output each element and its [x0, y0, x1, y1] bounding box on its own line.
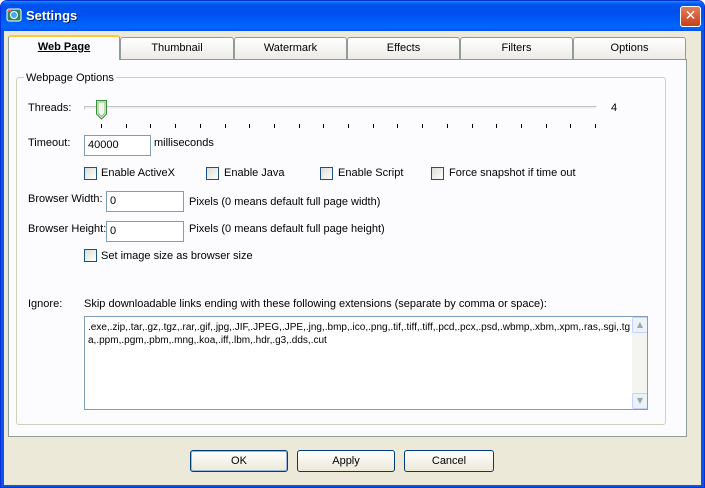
slider-tick [299, 124, 300, 128]
force-snapshot-label: Force snapshot if time out [449, 167, 576, 179]
threads-label: Threads: [28, 102, 72, 114]
browser-width-input[interactable]: 0 [106, 191, 184, 212]
slider-tick [546, 124, 547, 128]
tab-thumbnail[interactable]: Thumbnail [120, 37, 234, 59]
close-button[interactable]: ✕ [680, 6, 701, 27]
ok-button[interactable]: OK [190, 450, 288, 472]
browser-height-input[interactable]: 0 [106, 221, 184, 242]
threads-slider-thumb[interactable] [96, 100, 107, 120]
slider-tick [496, 124, 497, 128]
threads-value: 4 [611, 102, 618, 114]
threads-slider-track[interactable] [84, 106, 597, 110]
ignore-extensions-textarea[interactable]: .exe,.zip,.tar,.gz,.tgz,.rar,.gif,.jpg,.… [84, 316, 648, 410]
title-bar[interactable]: Settings ✕ [1, 1, 704, 31]
slider-tick [472, 124, 473, 128]
ignore-extensions-text: .exe,.zip,.tar,.gz,.tgz,.rar,.gif,.jpg,.… [88, 322, 631, 346]
slider-tick [225, 124, 226, 128]
group-label: Webpage Options [24, 72, 116, 84]
slider-tick [150, 124, 151, 128]
cancel-button[interactable]: Cancel [404, 450, 494, 472]
slider-tick [447, 124, 448, 128]
apply-button[interactable]: Apply [297, 450, 395, 472]
settings-dialog: Settings ✕ Web Page Thumbnail Watermark … [0, 0, 705, 488]
tab-watermark[interactable]: Watermark [234, 37, 347, 59]
scroll-down-icon[interactable]: ▼ [632, 393, 647, 409]
set-image-size-checkbox[interactable] [84, 249, 97, 262]
timeout-input[interactable]: 40000 [84, 135, 151, 156]
force-snapshot-checkbox[interactable] [431, 167, 444, 180]
slider-tick [348, 124, 349, 128]
slider-tick [249, 124, 250, 128]
slider-tick [323, 124, 324, 128]
browser-height-hint: Pixels (0 means default full page height… [189, 223, 385, 235]
window-border-right [701, 31, 704, 487]
threads-slider-ticks [101, 124, 596, 128]
slider-tick [200, 124, 201, 128]
vertical-scrollbar[interactable]: ▲ ▼ [632, 317, 647, 409]
slider-tick [126, 124, 127, 128]
window-border-left [1, 31, 4, 487]
tab-web-page[interactable]: Web Page [8, 35, 120, 60]
slider-tick [570, 124, 571, 128]
window-title: Settings [26, 8, 78, 23]
ignore-description: Skip downloadable links ending with thes… [84, 298, 547, 310]
enable-activex-checkbox[interactable] [84, 167, 97, 180]
enable-script-checkbox[interactable] [320, 167, 333, 180]
tab-filters[interactable]: Filters [460, 37, 573, 59]
slider-tick [521, 124, 522, 128]
browser-height-label: Browser Height: [28, 223, 107, 235]
enable-script-label: Enable Script [338, 167, 404, 179]
slider-tick [175, 124, 176, 128]
app-camera-icon [6, 8, 22, 22]
slider-tick [274, 124, 275, 128]
set-image-size-label: Set image size as browser size [101, 250, 253, 262]
tab-strip: Web Page Thumbnail Watermark Effects Fil… [8, 35, 688, 60]
tab-options[interactable]: Options [573, 37, 686, 59]
timeout-label: Timeout: [28, 137, 71, 149]
browser-width-hint: Pixels (0 means default full page width) [189, 196, 381, 208]
ignore-label: Ignore: [28, 298, 63, 310]
browser-width-label: Browser Width: [28, 193, 103, 205]
slider-tick [101, 124, 102, 128]
timeout-unit: milliseconds [154, 137, 214, 149]
slider-tick [595, 124, 596, 128]
scroll-up-icon[interactable]: ▲ [632, 317, 647, 333]
enable-java-checkbox[interactable] [206, 167, 219, 180]
tab-effects[interactable]: Effects [347, 37, 460, 59]
enable-java-label: Enable Java [224, 167, 285, 179]
slider-tick [373, 124, 374, 128]
enable-activex-label: Enable ActiveX [101, 167, 175, 179]
slider-tick [422, 124, 423, 128]
slider-tick [397, 124, 398, 128]
